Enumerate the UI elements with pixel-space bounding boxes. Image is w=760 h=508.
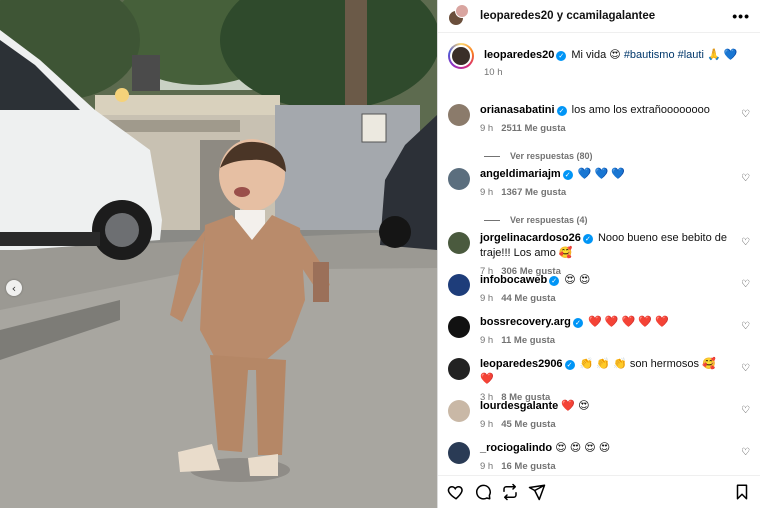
post-caption: leoparedes20 ✓ Mi vida 😍 #bautismo #lauti… [448, 33, 750, 103]
commenter-username[interactable]: orianasabatini [480, 104, 555, 116]
replies-divider [484, 155, 500, 157]
caption-hashtags[interactable]: #bautismo #lauti [624, 49, 704, 61]
comment-text: 😍 😍 😍 😍 [555, 442, 611, 454]
comment-likes[interactable]: 11 Me gusta [501, 335, 555, 346]
comment-like-heart-icon[interactable]: ♡ [741, 237, 750, 248]
verified-icon: ✓ [582, 234, 593, 244]
more-options-icon[interactable]: ••• [732, 8, 750, 24]
commenter-username[interactable]: angeldimariajm [480, 168, 561, 180]
commenter-avatar[interactable] [448, 232, 470, 254]
comment-item: _rociogalindo 😍 😍 😍 😍 9 h 16 Me gusta ♡ [448, 441, 750, 475]
comment-time[interactable]: 9 h [480, 123, 493, 134]
comment-time[interactable]: 9 h [480, 293, 493, 304]
commenter-username[interactable]: jorgelinacardoso26 [480, 232, 581, 244]
comment-item: leoparedes2906 ✓ 👏 👏 👏 son hermosos 🥰 ❤️ 3… [448, 357, 750, 403]
verified-icon: ✓ [562, 170, 573, 180]
comment-like-heart-icon[interactable]: ♡ [741, 405, 750, 416]
verified-icon: ✓ [556, 51, 567, 61]
comment-item: lourdesgalante ❤️ 😍 9 h 45 Me gusta ♡ [448, 399, 750, 441]
comment-like-heart-icon[interactable]: ♡ [741, 109, 750, 120]
comment-text: 😍 😍 [564, 274, 591, 286]
authors-joiner: y [553, 10, 567, 22]
post-photo[interactable]: ‹ [0, 0, 437, 508]
comment-likes[interactable]: 16 Me gusta [501, 461, 555, 472]
comment-time[interactable]: 9 h [480, 419, 493, 430]
caption-username[interactable]: leoparedes20 [484, 49, 554, 61]
commenter-username[interactable]: bossrecovery.arg [480, 316, 571, 328]
collab-avatars[interactable] [448, 4, 472, 28]
replies-divider [484, 219, 500, 221]
previous-photo-button[interactable]: ‹ [6, 280, 22, 296]
share-icon[interactable] [528, 483, 546, 501]
view-replies-label[interactable]: Ver respuestas (80) [510, 151, 593, 161]
comment-item: orianasabatini ✓ los amo los extrañoooooo… [448, 103, 750, 145]
comment-likes[interactable]: 44 Me gusta [501, 293, 555, 304]
owner-username[interactable]: leoparedes20 [480, 10, 554, 22]
comment-like-heart-icon[interactable]: ♡ [741, 173, 750, 184]
post-header: leoparedes20 y ccamilagalantee ••• [438, 0, 760, 33]
comment-time[interactable]: 9 h [480, 335, 493, 346]
caption-text: Mi vida 😍 [571, 49, 624, 61]
verified-icon: ✓ [556, 106, 567, 116]
comment-likes[interactable]: 45 Me gusta [501, 419, 555, 430]
post-authors: leoparedes20 y ccamilagalantee [480, 10, 732, 22]
caption-time[interactable]: 10 h [484, 67, 503, 78]
comment-likes[interactable]: 2511 Me gusta [501, 123, 565, 134]
action-bar [438, 475, 760, 508]
comment-item: infobocaweb ✓ 😍 😍 9 h 44 Me gusta ♡ [448, 273, 750, 315]
comment-item: jorgelinacardoso26 ✓ Nooo bueno ese bebit… [448, 231, 750, 277]
collaborator-avatar[interactable] [455, 4, 469, 18]
commenter-avatar[interactable] [448, 442, 470, 464]
caption-avatar[interactable] [448, 43, 474, 69]
repost-icon[interactable] [501, 483, 519, 501]
comment-text: los amo los extrañoooooooo [571, 104, 710, 116]
verified-icon: ✓ [564, 360, 575, 370]
view-replies-label[interactable]: Ver respuestas (4) [510, 215, 588, 225]
commenter-username[interactable]: infobocaweb [480, 274, 547, 286]
post-sidebar: leoparedes20 y ccamilagalantee ••• leopa… [437, 0, 760, 508]
comment-text: ❤️ ❤️ ❤️ ❤️ ❤️ [587, 316, 669, 328]
commenter-avatar[interactable] [448, 358, 470, 380]
comment-item: angeldimariajm ✓ 💙 💙 💙 9 h 1367 Me gusta ♡ [448, 167, 750, 209]
comment-list: orianasabatini ✓ los amo los extrañoooooo… [448, 103, 750, 475]
comment-like-heart-icon[interactable]: ♡ [741, 321, 750, 332]
comment-text: ❤️ 😍 [561, 400, 590, 412]
verified-icon: ✓ [549, 276, 560, 286]
comment-text: 💙 💙 💙 [577, 168, 625, 180]
caption-emojis: 🙏 💙 [703, 49, 738, 61]
commenter-avatar[interactable] [448, 316, 470, 338]
collaborator-username[interactable]: ccamilagalantee [566, 10, 655, 22]
commenter-avatar[interactable] [448, 274, 470, 296]
comment-like-heart-icon[interactable]: ♡ [741, 447, 750, 458]
like-heart-icon[interactable] [447, 483, 465, 501]
comment-like-heart-icon[interactable]: ♡ [741, 363, 750, 374]
commenter-avatar[interactable] [448, 104, 470, 126]
commenter-username[interactable]: lourdesgalante [480, 400, 558, 412]
photo-scene [0, 0, 437, 508]
comment-like-heart-icon[interactable]: ♡ [741, 279, 750, 290]
commenter-username[interactable]: _rociogalindo [480, 442, 552, 454]
comment-time[interactable]: 9 h [480, 187, 493, 198]
commenter-username[interactable]: leoparedes2906 [480, 358, 563, 370]
comment-icon[interactable] [474, 483, 492, 501]
view-replies-button[interactable]: Ver respuestas (4) [448, 209, 750, 231]
commenter-avatar[interactable] [448, 168, 470, 190]
comments-feed[interactable]: leoparedes20 ✓ Mi vida 😍 #bautismo #lauti… [438, 33, 760, 475]
view-replies-button[interactable]: Ver respuestas (80) [448, 145, 750, 167]
commenter-avatar[interactable] [448, 400, 470, 422]
verified-icon: ✓ [572, 318, 583, 328]
save-bookmark-icon[interactable] [733, 483, 751, 501]
comment-item: bossrecovery.arg ✓ ❤️ ❤️ ❤️ ❤️ ❤️ 9 h 11 Me… [448, 315, 750, 357]
comment-time[interactable]: 9 h [480, 461, 493, 472]
comment-likes[interactable]: 1367 Me gusta [501, 187, 566, 198]
